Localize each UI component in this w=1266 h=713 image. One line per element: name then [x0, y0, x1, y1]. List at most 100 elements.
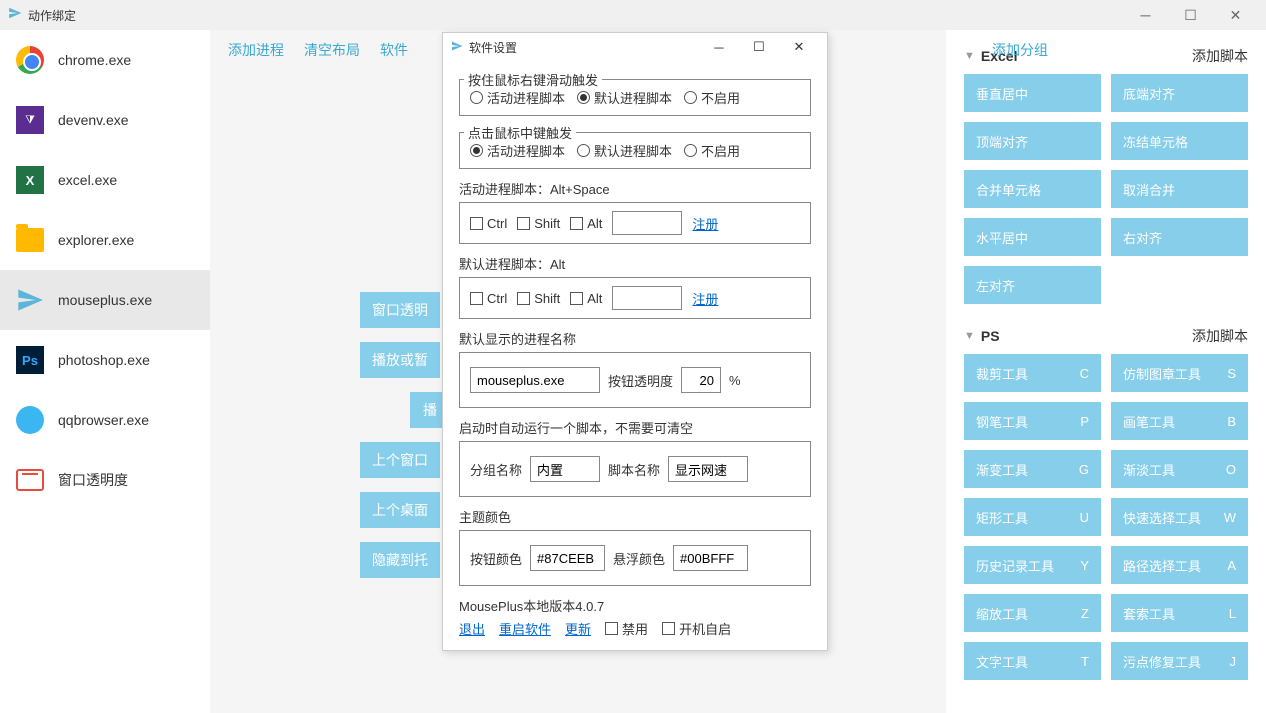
radio-default-script[interactable]: 默认进程脚本 [577, 88, 672, 107]
close-button[interactable]: ✕ [1213, 0, 1258, 30]
sidebar-item-opacity[interactable]: 窗口透明度 [0, 450, 210, 510]
clear-layout-link[interactable]: 清空布局 [304, 40, 360, 60]
script-button[interactable]: 右对齐 [1111, 218, 1248, 256]
ctrl-checkbox-2[interactable]: Ctrl [470, 291, 507, 306]
script-button[interactable]: 画笔工具B [1111, 402, 1248, 440]
script-key: Z [1081, 606, 1089, 621]
version-label: MousePlus本地版本4.0.7 [459, 596, 811, 615]
exit-link[interactable]: 退出 [459, 619, 485, 638]
dialog-minimize-button[interactable]: ─ [699, 33, 739, 61]
restart-link[interactable]: 重启软件 [499, 619, 551, 638]
script-button[interactable]: 水平居中 [964, 218, 1101, 256]
minimize-button[interactable]: ─ [1123, 0, 1168, 30]
dialog-close-button[interactable]: ✕ [779, 33, 819, 61]
sidebar-item-qqbrowser[interactable]: qqbrowser.exe [0, 390, 210, 450]
radio-default-script-2[interactable]: 默认进程脚本 [577, 141, 672, 160]
autostart-checkbox[interactable]: 开机自启 [662, 619, 731, 638]
action-button[interactable]: 窗口透明 [360, 292, 440, 328]
sidebar-item-label: chrome.exe [58, 52, 131, 68]
radio-active-script-2[interactable]: 活动进程脚本 [470, 141, 565, 160]
script-button[interactable]: 历史记录工具Y [964, 546, 1101, 584]
script-button[interactable]: 仿制图章工具S [1111, 354, 1248, 392]
add-script-link[interactable]: 添加脚本 [1192, 46, 1248, 66]
sidebar-item-mouseplus[interactable]: mouseplus.exe [0, 270, 210, 330]
window-opacity-icon [16, 466, 44, 494]
script-button[interactable]: 渐淡工具O [1111, 450, 1248, 488]
shift-checkbox[interactable]: Shift [517, 216, 560, 231]
script-label: 套索工具 [1123, 604, 1175, 623]
sidebar-item-photoshop[interactable]: Ps photoshop.exe [0, 330, 210, 390]
script-button[interactable]: 文字工具T [964, 642, 1101, 680]
shift-checkbox-2[interactable]: Shift [517, 291, 560, 306]
script-button[interactable]: 取消合并 [1111, 170, 1248, 208]
add-script-link[interactable]: 添加脚本 [1192, 326, 1248, 346]
action-button[interactable]: 上个桌面 [360, 492, 440, 528]
group-name-input[interactable] [530, 456, 600, 482]
software-link[interactable]: 软件 [380, 40, 408, 60]
sidebar-item-devenv[interactable]: ⧩ devenv.exe [0, 90, 210, 150]
action-button[interactable]: 上个窗口 [360, 442, 440, 478]
script-key: G [1079, 462, 1089, 477]
default-process-input[interactable] [470, 367, 600, 393]
process-sidebar: chrome.exe ⧩ devenv.exe X excel.exe expl… [0, 30, 210, 713]
alt-checkbox[interactable]: Alt [570, 216, 602, 231]
action-button[interactable]: 隐藏到托 [360, 542, 440, 578]
radio-disable[interactable]: 不启用 [684, 88, 740, 107]
chevron-down-icon: ▼ [964, 330, 975, 342]
add-group-link[interactable]: 添加分组 [992, 40, 1048, 60]
add-process-link[interactable]: 添加进程 [228, 40, 284, 60]
script-button[interactable]: 渐变工具G [964, 450, 1101, 488]
sidebar-item-explorer[interactable]: explorer.exe [0, 210, 210, 270]
maximize-button[interactable]: ☐ [1168, 0, 1213, 30]
script-button[interactable]: 缩放工具Z [964, 594, 1101, 632]
script-label: 污点修复工具 [1123, 652, 1201, 671]
alt-checkbox-2[interactable]: Alt [570, 291, 602, 306]
radio-disable-2[interactable]: 不启用 [684, 141, 740, 160]
script-button[interactable]: 底端对齐 [1111, 74, 1248, 112]
script-button[interactable]: 套索工具L [1111, 594, 1248, 632]
qqbrowser-icon [16, 406, 44, 434]
hotkey-input-2[interactable] [612, 286, 682, 310]
script-button[interactable]: 钢笔工具P [964, 402, 1101, 440]
register-link[interactable]: 注册 [692, 214, 718, 233]
visualstudio-icon: ⧩ [16, 106, 44, 134]
script-key: J [1230, 654, 1237, 669]
mouseplus-icon [16, 286, 44, 314]
script-button[interactable]: 垂直居中 [964, 74, 1101, 112]
update-link[interactable]: 更新 [565, 619, 591, 638]
script-label: 路径选择工具 [1123, 556, 1201, 575]
script-label: 底端对齐 [1123, 84, 1175, 103]
script-button[interactable]: 路径选择工具A [1111, 546, 1248, 584]
script-button[interactable]: 冻结单元格 [1111, 122, 1248, 160]
script-name-input[interactable] [668, 456, 748, 482]
register-link-2[interactable]: 注册 [692, 289, 718, 308]
app-icon [8, 6, 22, 25]
hover-color-label: 悬浮颜色 [613, 549, 665, 568]
sidebar-item-excel[interactable]: X excel.exe [0, 150, 210, 210]
button-color-input[interactable] [530, 545, 605, 571]
right-drag-legend: 按住鼠标右键滑动触发 [464, 70, 602, 89]
sidebar-item-label: mouseplus.exe [58, 292, 152, 308]
sidebar-item-label: excel.exe [58, 172, 117, 188]
radio-active-script[interactable]: 活动进程脚本 [470, 88, 565, 107]
dialog-maximize-button[interactable]: ☐ [739, 33, 779, 61]
script-button[interactable]: 快速选择工具W [1111, 498, 1248, 536]
opacity-input[interactable] [681, 367, 721, 393]
script-label: 仿制图章工具 [1123, 364, 1201, 383]
script-label: 裁剪工具 [976, 364, 1028, 383]
sidebar-item-chrome[interactable]: chrome.exe [0, 30, 210, 90]
dialog-titlebar[interactable]: 软件设置 ─ ☐ ✕ [443, 33, 827, 61]
group-header-ps[interactable]: ▼ PS 添加脚本 [964, 318, 1248, 354]
script-button[interactable]: 裁剪工具C [964, 354, 1101, 392]
window-titlebar: 动作绑定 ─ ☐ ✕ [0, 0, 1266, 30]
disable-checkbox[interactable]: 禁用 [605, 619, 648, 638]
hotkey-input[interactable] [612, 211, 682, 235]
script-button[interactable]: 左对齐 [964, 266, 1101, 304]
script-button[interactable]: 矩形工具U [964, 498, 1101, 536]
script-button[interactable]: 顶端对齐 [964, 122, 1101, 160]
script-button[interactable]: 合并单元格 [964, 170, 1101, 208]
action-button[interactable]: 播放或暂 [360, 342, 440, 378]
ctrl-checkbox[interactable]: Ctrl [470, 216, 507, 231]
script-button[interactable]: 污点修复工具 J [1111, 642, 1248, 680]
hover-color-input[interactable] [673, 545, 748, 571]
